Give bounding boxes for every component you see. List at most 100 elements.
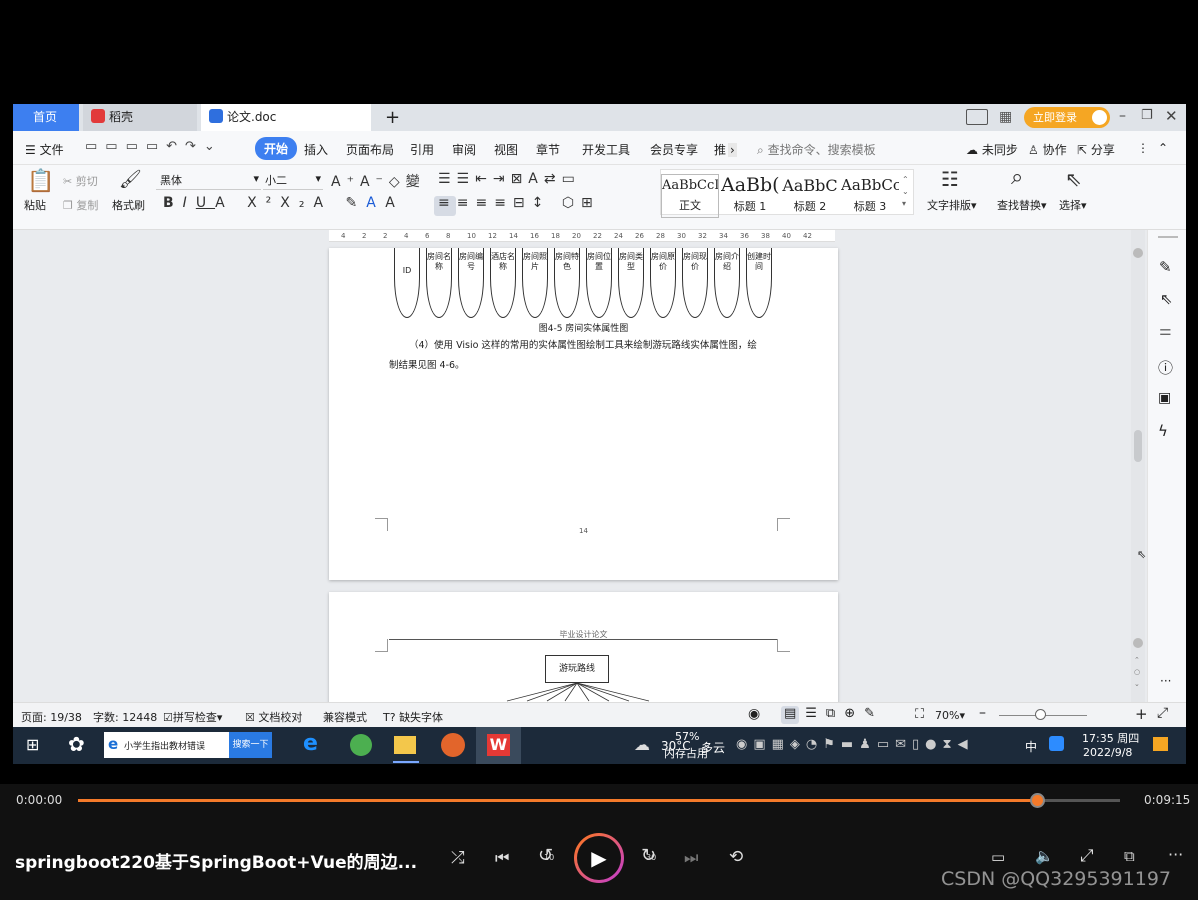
- mini-player-icon[interactable]: ⧉: [1124, 847, 1135, 865]
- tab-member[interactable]: 会员专享: [650, 141, 698, 158]
- tray-icons[interactable]: ◉▣▦◈◔⚑▬♟▭✉▯●⧗◀: [736, 737, 974, 752]
- tab-page-layout[interactable]: 页面布局: [346, 141, 394, 158]
- side-collapse-icon[interactable]: [1158, 236, 1178, 238]
- more-tools-icon[interactable]: ···: [1160, 674, 1171, 688]
- brush-icon[interactable]: 🖌: [119, 169, 142, 190]
- quick-access-icons[interactable]: ▭▭▭▭↶↷⌄: [85, 139, 223, 154]
- style-heading2[interactable]: AaBbC 标题 2: [781, 174, 839, 218]
- help-icon[interactable]: ⓘ: [1158, 357, 1173, 378]
- fullscreen-expand-icon[interactable]: ⤢: [1080, 846, 1094, 866]
- styles-scroll-icon[interactable]: ⌃ ⌄ ▾: [902, 174, 909, 210]
- text-layout-icon[interactable]: ☷: [941, 167, 959, 191]
- close-icon[interactable]: ✕: [1165, 107, 1178, 125]
- collapse-ribbon-icon[interactable]: ⌃: [1158, 141, 1168, 155]
- shuffle-icon[interactable]: ⤮: [451, 848, 465, 868]
- tab-document[interactable]: 论文.doc: [201, 104, 371, 131]
- select-button[interactable]: 选择▾: [1059, 197, 1087, 213]
- rewind-icon[interactable]: ↺ 10: [538, 845, 554, 866]
- proofread-button[interactable]: ☒ 文档校对: [245, 709, 302, 725]
- scroll-thumb[interactable]: [1134, 430, 1142, 462]
- vertical-scrollbar[interactable]: ⌃ ○ ⌄: [1131, 230, 1145, 702]
- magnifier-icon[interactable]: ⌕: [1011, 165, 1023, 190]
- file-menu[interactable]: ☰ 文件: [25, 141, 64, 158]
- previous-icon[interactable]: ⏮: [495, 848, 509, 868]
- folder-icon[interactable]: [394, 736, 416, 754]
- zoom-slider-thumb[interactable]: [1035, 709, 1046, 720]
- apps-grid-icon[interactable]: ▦: [999, 109, 1012, 125]
- word-count[interactable]: 字数: 12448: [93, 709, 157, 725]
- pinwheel-icon[interactable]: ✿: [68, 732, 85, 756]
- page-nav-icons[interactable]: ⌃ ○ ⌄: [1134, 654, 1140, 690]
- tab-home[interactable]: 首页: [13, 104, 79, 131]
- pointer-icon[interactable]: ⇖: [1160, 290, 1173, 308]
- lightning-icon[interactable]: ϟ: [1158, 422, 1168, 440]
- font-family-select[interactable]: 黑体 ▾: [156, 172, 261, 190]
- zoom-out-icon[interactable]: –: [979, 705, 986, 721]
- format-painter-button[interactable]: 格式刷: [112, 197, 145, 213]
- pen-icon[interactable]: ✎: [1159, 258, 1172, 276]
- zoom-select[interactable]: 70%▾: [935, 709, 965, 722]
- search-go-button[interactable]: 搜索一下: [229, 732, 272, 758]
- tab-insert[interactable]: 插入: [304, 141, 328, 158]
- font-size-tools[interactable]: A⁺A⁻◇變: [331, 171, 426, 191]
- tab-developer[interactable]: 开发工具: [582, 141, 630, 158]
- tab-view[interactable]: 视图: [494, 141, 518, 158]
- new-tab-button[interactable]: +: [379, 104, 403, 131]
- windows-start-icon[interactable]: ⊞: [26, 735, 39, 754]
- progress-knob[interactable]: [1029, 793, 1045, 808]
- text-layout-button[interactable]: 文字排版▾: [927, 197, 977, 213]
- qq-icon[interactable]: [1049, 736, 1064, 751]
- layout-icon[interactable]: [966, 109, 988, 125]
- cut-button[interactable]: ✂ 剪切: [63, 173, 98, 189]
- wps-taskbar-item[interactable]: W: [476, 727, 521, 764]
- spell-check-button[interactable]: ☑拼写检查▾: [163, 709, 222, 725]
- command-search[interactable]: ⌕ 查找命令、搜索模板: [757, 141, 876, 158]
- tab-more[interactable]: 推 ›: [714, 141, 737, 158]
- find-replace-button[interactable]: 查找替换▾: [997, 197, 1047, 213]
- scroll-up-icon[interactable]: [1133, 248, 1143, 258]
- ie-browser-icon[interactable]: e: [303, 731, 318, 756]
- style-normal[interactable]: AaBbCcI 正文: [661, 174, 719, 218]
- style-heading1[interactable]: AaBb(标题 1: [721, 174, 779, 218]
- subtitles-icon[interactable]: ▭: [991, 848, 1005, 866]
- collab-button[interactable]: ♙ 协作: [1028, 141, 1067, 158]
- sync-button[interactable]: ☁ 未同步: [966, 141, 1018, 158]
- minimize-icon[interactable]: –: [1119, 108, 1126, 124]
- paragraph-tools-top[interactable]: ☰☰⇤⇥⊠A⇄▭: [438, 171, 581, 187]
- more-options-icon[interactable]: ···: [1168, 845, 1183, 864]
- restore-icon[interactable]: ❐: [1141, 108, 1153, 123]
- page-indicator[interactable]: 页面: 19/38: [21, 709, 82, 725]
- paste-button[interactable]: 粘贴: [24, 197, 46, 213]
- eye-protect-icon[interactable]: ◉: [748, 706, 760, 722]
- repeat-off-icon[interactable]: ⟲: [729, 847, 743, 867]
- next-icon[interactable]: ⏭: [684, 848, 698, 868]
- fullscreen-icon[interactable]: ⤢: [1157, 705, 1168, 721]
- recorder-icon[interactable]: [441, 733, 465, 757]
- font-style-tools[interactable]: BIUA X²X₂A ✎AA: [163, 195, 404, 211]
- ime-indicator[interactable]: 中: [1025, 738, 1037, 755]
- login-button[interactable]: 立即登录: [1024, 107, 1110, 128]
- sliders-icon[interactable]: ⚌: [1159, 323, 1172, 339]
- progress-track[interactable]: [78, 793, 1120, 808]
- tab-daoke[interactable]: 稻壳: [83, 104, 197, 131]
- share-button[interactable]: ⇱ 分享: [1077, 141, 1115, 158]
- font-size-select[interactable]: 小二 ▾: [263, 172, 323, 190]
- scroll-down-icon[interactable]: [1133, 638, 1143, 648]
- view-mode-icons[interactable]: ▤☰⧉⊕✎: [784, 706, 884, 721]
- forward-icon[interactable]: ↻ 30: [641, 845, 656, 866]
- zoom-in-icon[interactable]: +: [1135, 705, 1148, 723]
- paragraph-tools-bottom[interactable]: ≡≡≡≡⊟↕ ⬡⊞: [438, 195, 600, 211]
- tab-references[interactable]: 引用: [410, 141, 434, 158]
- notification-icon[interactable]: [1153, 737, 1168, 751]
- play-button[interactable]: ▶: [574, 833, 624, 883]
- paste-icon[interactable]: 📋: [27, 169, 54, 194]
- missing-font-button[interactable]: T? 缺失字体: [383, 709, 443, 725]
- tab-start[interactable]: 开始: [255, 137, 298, 160]
- cursor-icon[interactable]: ⇖: [1065, 167, 1082, 191]
- browser-green-icon[interactable]: [350, 734, 372, 756]
- style-heading3[interactable]: AaBbCc 标题 3: [841, 174, 899, 218]
- fit-page-icon[interactable]: ⛶: [915, 707, 924, 722]
- image-tool-icon[interactable]: ▣: [1158, 390, 1171, 406]
- search-box[interactable]: e 小学生指出教材错误 搜索一下: [104, 732, 272, 758]
- tab-chapter[interactable]: 章节: [536, 141, 560, 158]
